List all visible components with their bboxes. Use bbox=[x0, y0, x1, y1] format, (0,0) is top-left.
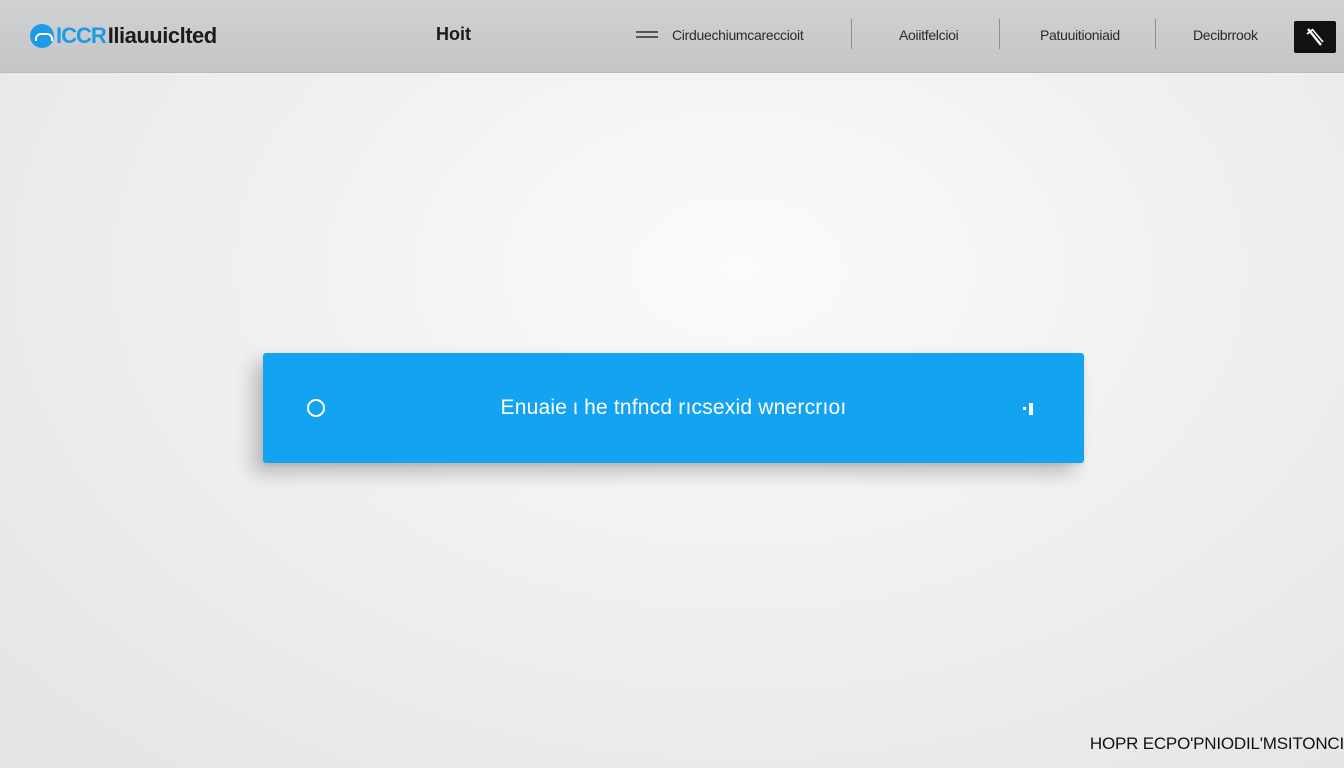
footer-label: HOPR ECPO'PNIODIL'MSITONCI bbox=[1089, 734, 1344, 753]
menu-icon[interactable] bbox=[636, 31, 658, 41]
main-prompt-bar[interactable]: Enuaie ι he tnfncd rıcsexid wnercrıoı bbox=[263, 353, 1084, 463]
nav-divider bbox=[851, 19, 852, 49]
nav-link-1[interactable]: Cirduechiumcareccioit bbox=[672, 27, 804, 43]
logo[interactable]: ICCR Iliauuiclted bbox=[30, 22, 217, 50]
nav-divider bbox=[1155, 19, 1156, 49]
top-bar: ICCR Iliauuiclted Hoit Cirduechiumcarecc… bbox=[0, 0, 1344, 73]
nav-divider bbox=[999, 19, 1000, 49]
logo-text-blue: ICCR bbox=[56, 23, 107, 48]
edit-button[interactable] bbox=[1294, 21, 1336, 53]
logo-mark-icon bbox=[30, 24, 54, 48]
nav-link-2[interactable]: Aoiitfelcioi bbox=[899, 27, 959, 43]
nav-home[interactable]: Hoit bbox=[436, 24, 471, 45]
nav-link-4[interactable]: Decibrrook bbox=[1193, 27, 1258, 43]
logo-text-dark: Iliauuiclted bbox=[107, 23, 217, 48]
nav-link-3[interactable]: Patuuitioniaid bbox=[1040, 27, 1120, 43]
edit-icon bbox=[1306, 28, 1324, 46]
side-indicator-icon[interactable] bbox=[1021, 401, 1037, 417]
prompt-text: Enuaie ι he tnfncd rıcsexid wnercrıoı bbox=[500, 396, 847, 419]
